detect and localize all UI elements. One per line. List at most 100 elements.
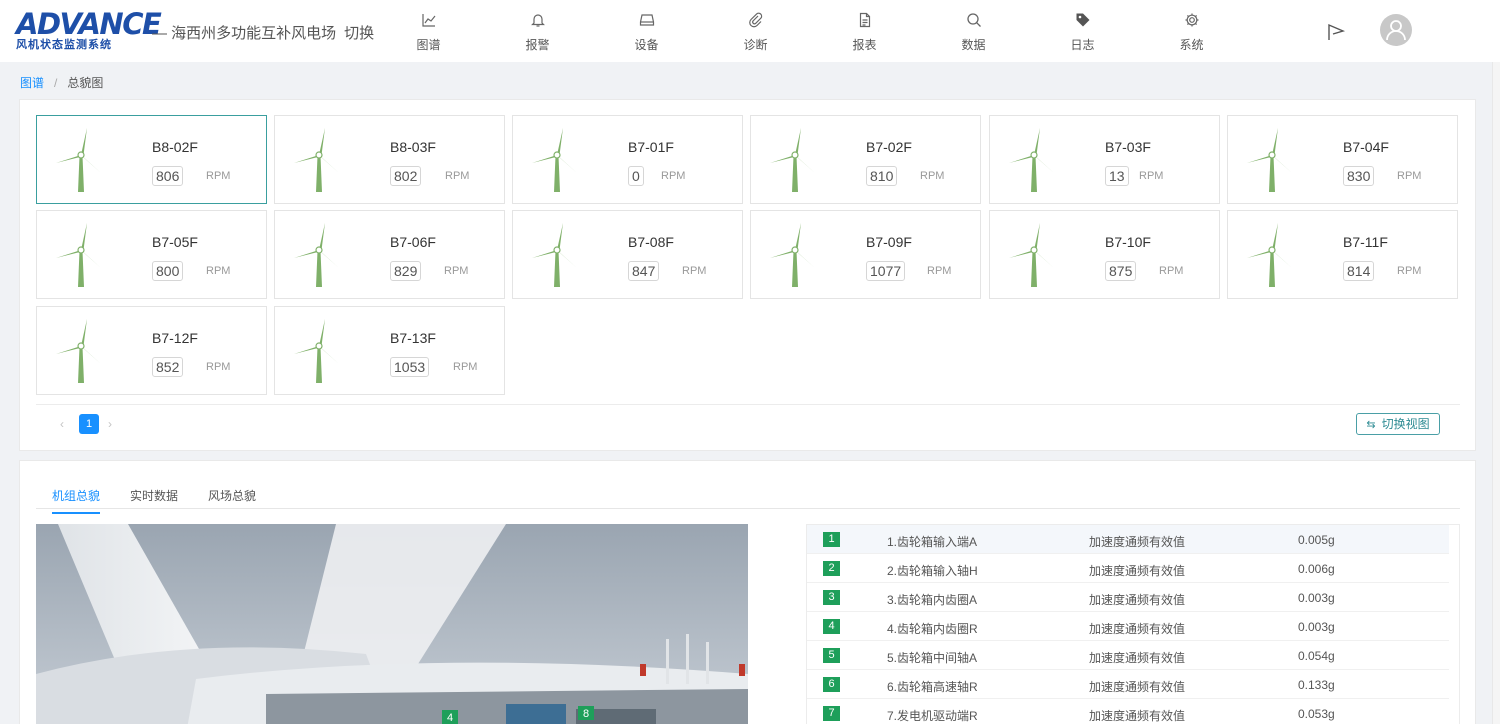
- wind-turbine-icon: [532, 128, 577, 192]
- breadcrumb-current: 总貌图: [67, 76, 104, 90]
- turbine-overview-panel: B8-02F 806 RPM B8-03F 802 RPM B7-01F 0 RPM B7-02F…: [19, 99, 1476, 451]
- measurement-point-name: 2.齿轮箱输入轴H: [887, 564, 978, 578]
- nav-label: 报警: [525, 38, 550, 52]
- wind-turbine-icon: [56, 319, 101, 383]
- turbine-rpm-value: 1053: [390, 357, 430, 377]
- turbine-rpm-value: 802: [390, 166, 422, 186]
- nav-item-data[interactable]: 数据: [919, 0, 1028, 62]
- measurement-list: 1 1.齿轮箱输入端A 加速度通频有效值 0.005g 2 2.齿轮箱输入轴H 加速度通频有…: [806, 524, 1460, 724]
- measurement-row[interactable]: 3 3.齿轮箱内齿圈A 加速度通频有效值 0.003g: [807, 583, 1449, 612]
- switch-site-link[interactable]: 切换: [344, 25, 374, 42]
- nav-label: 设备: [634, 38, 659, 52]
- turbine-card[interactable]: B7-13F 1053 RPM: [274, 306, 505, 395]
- turbine-card[interactable]: B7-03F 13 RPM: [989, 115, 1220, 204]
- turbine-card[interactable]: B7-01F 0 RPM: [512, 115, 743, 204]
- nav-item-diagnosis[interactable]: 诊断: [701, 0, 810, 62]
- measurement-row[interactable]: 4 4.齿轮箱内齿圈R 加速度通频有效值 0.003g: [807, 612, 1449, 641]
- measurement-type: 加速度通频有效值: [1089, 622, 1186, 636]
- measurement-row[interactable]: 6 6.齿轮箱高速轴R 加速度通频有效值 0.133g: [807, 670, 1449, 699]
- nav-item-report[interactable]: 报表: [810, 0, 919, 62]
- turbine-card[interactable]: B7-10F 875 RPM: [989, 210, 1220, 299]
- advance-logo[interactable]: ADVANCE 风机状态监测系统: [16, 10, 162, 52]
- turbine-name: B7-13F: [390, 330, 436, 346]
- turbine-rpm-unit: RPM: [206, 265, 231, 277]
- nav-item-device[interactable]: 设备: [592, 0, 701, 62]
- user-icon: [1386, 20, 1406, 41]
- turbine-rpm-value: 810: [866, 166, 898, 186]
- turbine-card[interactable]: B7-12F 852 RPM: [36, 306, 267, 395]
- measurement-row[interactable]: 7 7.发电机驱动端R 加速度通频有效值 0.053g: [807, 699, 1449, 724]
- measurement-value: 0.003g: [1298, 591, 1335, 605]
- turbine-card[interactable]: B7-11F 814 RPM: [1227, 210, 1458, 299]
- pagination-page-1[interactable]: 1: [79, 414, 99, 434]
- nav-item-alarm[interactable]: 报警: [483, 0, 592, 62]
- swap-icon: ⇆: [1366, 419, 1376, 431]
- tab-realtime-data[interactable]: 实时数据: [130, 487, 178, 512]
- nav-item-system[interactable]: 系统: [1137, 0, 1246, 62]
- bell-icon: [531, 14, 545, 27]
- page-scrollbar[interactable]: [1492, 62, 1500, 724]
- turbine-card[interactable]: B7-06F 829 RPM: [274, 210, 505, 299]
- gear-icon: [1185, 13, 1199, 27]
- wind-turbine-icon: [1009, 128, 1054, 192]
- turbine-card[interactable]: B8-02F 806 RPM: [36, 115, 267, 204]
- measurement-value: 0.006g: [1298, 562, 1335, 576]
- pagination-next-button[interactable]: ›: [108, 417, 112, 431]
- tab-unit-overview[interactable]: 机组总貌: [52, 487, 101, 514]
- send-flag-icon[interactable]: [1326, 22, 1346, 42]
- turbine-rpm-value: 0: [628, 166, 644, 186]
- turbine-card[interactable]: B7-08F 847 RPM: [512, 210, 743, 299]
- detail-tabs: 机组总貌 实时数据 风场总貌: [36, 479, 1460, 514]
- nacelle-marker[interactable]: 8: [578, 706, 594, 720]
- nacelle-image: 4 8: [36, 524, 748, 724]
- breadcrumb-separator: /: [54, 76, 58, 90]
- turbine-rpm-unit: RPM: [1397, 170, 1422, 182]
- turbine-rpm-value: 852: [152, 357, 184, 377]
- nav-label: 系统: [1179, 38, 1204, 52]
- turbine-card[interactable]: B7-05F 800 RPM: [36, 210, 267, 299]
- measurement-index-badge: 2: [823, 561, 840, 576]
- measurement-row[interactable]: 1 1.齿轮箱输入端A 加速度通频有效值 0.005g: [807, 525, 1449, 554]
- turbine-name: B7-04F: [1343, 139, 1389, 155]
- turbine-card[interactable]: B7-04F 830 RPM: [1227, 115, 1458, 204]
- nav-item-log[interactable]: 日志: [1028, 0, 1137, 62]
- turbine-rpm-value: 847: [628, 261, 660, 281]
- turbine-rpm-unit: RPM: [1139, 170, 1164, 182]
- nacelle-marker[interactable]: 4: [442, 710, 458, 724]
- measurement-index-badge: 7: [823, 706, 840, 721]
- turbine-rpm-value: 13: [1105, 166, 1129, 186]
- pagination-prev-button[interactable]: ‹: [60, 417, 64, 431]
- turbine-card[interactable]: B7-02F 810 RPM: [750, 115, 981, 204]
- turbine-rpm-unit: RPM: [445, 170, 470, 182]
- turbine-rpm-unit: RPM: [453, 361, 478, 373]
- wind-turbine-icon: [1009, 223, 1054, 287]
- turbine-rpm-value: 829: [390, 261, 422, 281]
- turbine-rpm-value: 806: [152, 166, 184, 186]
- measurement-value: 0.054g: [1298, 649, 1335, 663]
- turbine-card[interactable]: B8-03F 802 RPM: [274, 115, 505, 204]
- measurement-index-badge: 1: [823, 532, 840, 547]
- wind-turbine-icon: [770, 223, 815, 287]
- measurement-row[interactable]: 2 2.齿轮箱输入轴H 加速度通频有效值 0.006g: [807, 554, 1449, 583]
- turbine-name: B7-05F: [152, 234, 198, 250]
- switch-view-button[interactable]: ⇆ 切换视图: [1356, 413, 1440, 435]
- measurement-type: 加速度通频有效值: [1089, 564, 1186, 578]
- tab-farm-overview[interactable]: 风场总貌: [208, 487, 256, 512]
- nav-item-tupu[interactable]: 图谱: [374, 0, 483, 62]
- breadcrumb-home[interactable]: 图谱: [20, 76, 44, 90]
- nacelle-illustration: 4 8: [36, 524, 748, 724]
- paperclip-icon: [749, 12, 763, 28]
- measurement-row[interactable]: 5 5.齿轮箱中间轴A 加速度通频有效值 0.054g: [807, 641, 1449, 670]
- turbine-card[interactable]: B7-09F 1077 RPM: [750, 210, 981, 299]
- turbine-name: B7-03F: [1105, 139, 1151, 155]
- measurement-type: 加速度通频有效值: [1089, 593, 1186, 607]
- turbine-rpm-unit: RPM: [661, 170, 686, 182]
- turbine-rpm-unit: RPM: [206, 361, 231, 373]
- turbine-rpm-unit: RPM: [920, 170, 945, 182]
- wind-turbine-icon: [294, 128, 339, 192]
- turbine-rpm-unit: RPM: [1159, 265, 1184, 277]
- file-text-icon: [859, 12, 871, 28]
- user-avatar[interactable]: [1380, 14, 1412, 46]
- nav-label: 日志: [1070, 38, 1095, 52]
- switch-view-label: 切换视图: [1381, 417, 1430, 431]
